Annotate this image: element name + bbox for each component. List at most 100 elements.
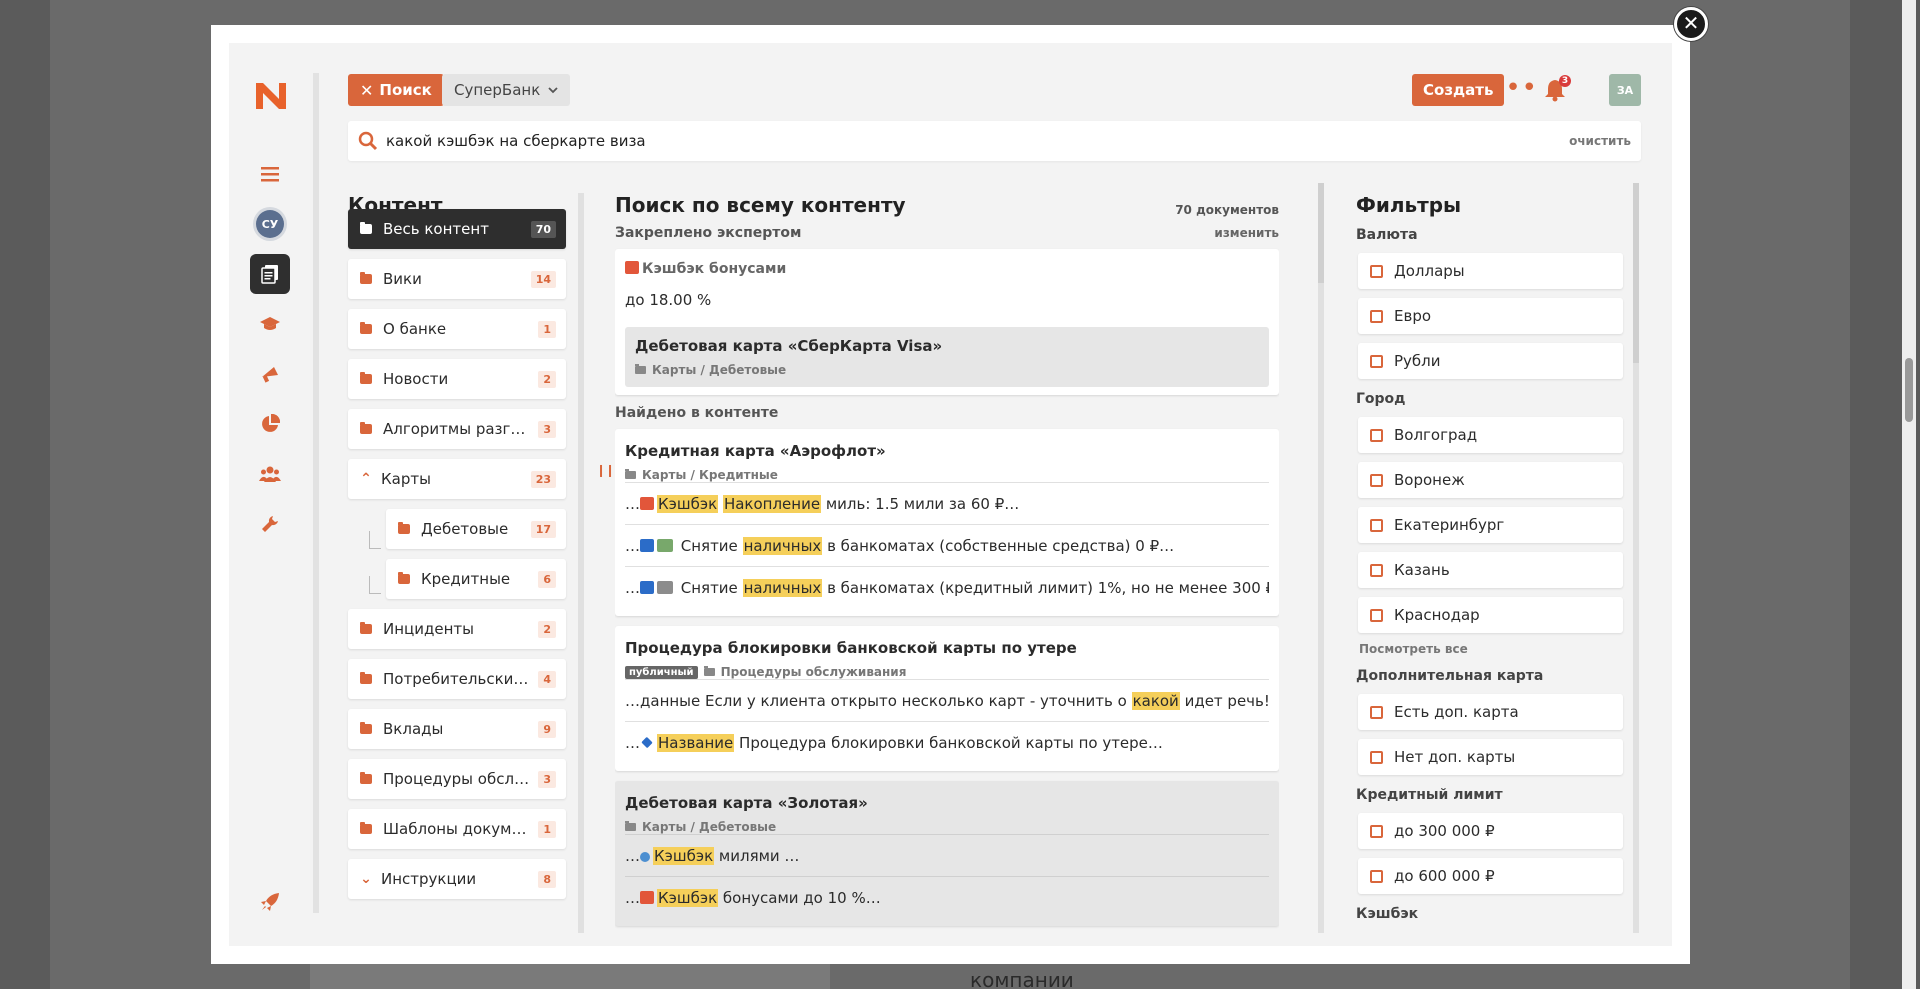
chevron-up-icon[interactable]: ⌃ <box>360 471 372 487</box>
rocket-icon[interactable] <box>250 882 290 922</box>
checkbox[interactable] <box>1370 705 1383 719</box>
filters-scrollbar-thumb[interactable] <box>1633 183 1639 363</box>
checkbox[interactable] <box>1370 563 1383 577</box>
content-item-cards[interactable]: ⌃ Карты 23 <box>348 459 566 499</box>
content-item-news[interactable]: Новости 2 <box>348 359 566 399</box>
content-item-templates[interactable]: Шаблоны документов 1 <box>348 809 566 849</box>
wrench-icon[interactable] <box>250 504 290 544</box>
diamond-icon <box>641 736 653 749</box>
content-item-all[interactable]: Весь контент 70 <box>348 209 566 249</box>
content-scrollbar[interactable] <box>578 193 584 933</box>
filter-option[interactable]: Волгоград <box>1358 417 1623 453</box>
search-input[interactable] <box>386 132 1570 150</box>
close-icon[interactable]: ✕ <box>1674 7 1708 41</box>
folder-icon <box>360 772 372 784</box>
result-card[interactable]: Дебетовая карта «Золотая» Карты / Дебето… <box>615 781 1279 926</box>
results-scrollbar-thumb[interactable] <box>1318 183 1324 283</box>
pie-chart-icon[interactable] <box>250 404 290 444</box>
rail-user-avatar[interactable]: СУ <box>250 204 290 244</box>
megaphone-icon[interactable] <box>250 354 290 394</box>
filters-scrollbar[interactable] <box>1633 183 1639 933</box>
content-item-debit[interactable]: Дебетовые 17 <box>386 509 566 549</box>
gift-icon <box>640 497 654 510</box>
content-item-instructions[interactable]: ⌄ Инструкции 8 <box>348 859 566 899</box>
menu-icon[interactable] <box>250 154 290 194</box>
result-snippet[interactable]: … Кэшбэк милями … <box>625 834 1269 876</box>
folder-icon <box>360 322 372 334</box>
checkbox[interactable] <box>1370 264 1383 278</box>
pinned-doc-path: Карты / Дебетовые <box>652 363 787 377</box>
user-avatar[interactable]: ЗА <box>1609 74 1641 106</box>
filter-option[interactable]: Есть доп. карта <box>1358 694 1623 730</box>
edit-pinned-link[interactable]: изменить <box>1214 226 1279 240</box>
see-all-link[interactable]: Посмотреть все <box>1359 642 1646 656</box>
page-scrollbar-thumb[interactable] <box>1905 358 1913 422</box>
folder-icon <box>703 666 715 676</box>
results-scrollbar[interactable] <box>1318 183 1324 933</box>
pinned-category: Кэшбэк бонусами <box>625 261 1269 277</box>
content-item-wiki[interactable]: Вики 14 <box>348 259 566 299</box>
close-search-button[interactable]: ✕ Поиск <box>348 74 444 106</box>
result-card[interactable]: Кредитная карта «Аэрофлот» Карты / Креди… <box>615 429 1279 616</box>
filter-option[interactable]: Доллары <box>1358 253 1623 289</box>
left-rail: СУ <box>229 43 313 946</box>
checkbox[interactable] <box>1370 869 1383 883</box>
rail-divider <box>313 73 319 913</box>
page-scrollbar[interactable] <box>1902 0 1916 989</box>
content-item-incidents[interactable]: Инциденты 2 <box>348 609 566 649</box>
checkbox[interactable] <box>1370 309 1383 323</box>
folder-icon <box>360 672 372 684</box>
chevron-down-icon[interactable]: ⌄ <box>360 871 372 887</box>
result-snippet[interactable]: … Снятие наличных в банкоматах (кредитны… <box>625 566 1269 608</box>
checkbox[interactable] <box>1370 473 1383 487</box>
content-item-consumer-credit[interactable]: Потребительские кредиты 4 <box>348 659 566 699</box>
more-options-icon[interactable]: ••• <box>1489 75 1538 101</box>
content-item-algorithms[interactable]: Алгоритмы разговора 3 <box>348 409 566 449</box>
logo-n-icon[interactable] <box>254 81 288 111</box>
filter-option[interactable]: Казань <box>1358 552 1623 588</box>
result-snippet[interactable]: … Кэшбэк Накопление миль: 1.5 мили за 60 … <box>625 482 1269 524</box>
search-bar: очистить <box>348 121 1641 161</box>
content-item-about-bank[interactable]: О банке 1 <box>348 309 566 349</box>
content-item-credit[interactable]: Кредитные 6 <box>386 559 566 599</box>
x-icon: ✕ <box>360 80 374 100</box>
result-title: Дебетовая карта «Золотая» <box>625 794 868 812</box>
checkbox[interactable] <box>1370 428 1383 442</box>
result-snippet[interactable]: … Название Процедура блокировки банковско… <box>625 721 1269 763</box>
filter-group-city: Город <box>1356 391 1406 407</box>
folder-icon <box>360 822 372 834</box>
result-snippet[interactable]: … Кэшбэк бонусами до 10 %… <box>625 876 1269 918</box>
filter-option[interactable]: до 600 000 ₽ <box>1358 858 1623 894</box>
checkbox[interactable] <box>1370 518 1383 532</box>
filter-option[interactable]: Евро <box>1358 298 1623 334</box>
clear-search-button[interactable]: очистить <box>1569 134 1631 148</box>
result-snippet[interactable]: …данные Если у клиента открыто несколько… <box>625 679 1269 721</box>
filter-option[interactable]: до 300 000 ₽ <box>1358 813 1623 849</box>
search-modal: СУ ✕ Поиск СуперБанк Создать ••• 3 ЗА ка… <box>211 25 1690 964</box>
card-icon <box>657 581 673 594</box>
filter-option[interactable]: Рубли <box>1358 343 1623 379</box>
users-icon[interactable] <box>250 454 290 494</box>
checkbox[interactable] <box>1370 750 1383 764</box>
filter-group-credit-limit: Кредитный лимит <box>1356 787 1503 803</box>
result-path: Процедуры обслуживания <box>720 665 907 679</box>
bank-select[interactable]: СуперБанк <box>442 74 571 106</box>
content-item-deposits[interactable]: Вклады 9 <box>348 709 566 749</box>
filter-option[interactable]: Нет доп. карты <box>1358 739 1623 775</box>
folder-icon <box>360 422 372 434</box>
filters-title: Фильтры <box>1356 193 1462 217</box>
result-snippet[interactable]: … Снятие наличных в банкоматах (собствен… <box>625 524 1269 566</box>
library-icon[interactable] <box>250 254 290 294</box>
graduation-cap-icon[interactable] <box>250 304 290 344</box>
filter-option[interactable]: Екатеринбург <box>1358 507 1623 543</box>
result-card[interactable]: Процедура блокировки банковской карты по… <box>615 626 1279 771</box>
filter-option[interactable]: Воронеж <box>1358 462 1623 498</box>
checkbox[interactable] <box>1370 354 1383 368</box>
checkbox[interactable] <box>1370 824 1383 838</box>
filter-option[interactable]: Краснодар <box>1358 597 1623 633</box>
content-item-procedures[interactable]: Процедуры обслуживания 3 <box>348 759 566 799</box>
pinned-document[interactable]: Дебетовая карта «СберКарта Visa» Карты /… <box>625 327 1269 387</box>
app-window: СУ ✕ Поиск СуперБанк Создать ••• 3 ЗА ка… <box>229 43 1672 946</box>
checkbox[interactable] <box>1370 608 1383 622</box>
library-icon <box>360 222 372 234</box>
